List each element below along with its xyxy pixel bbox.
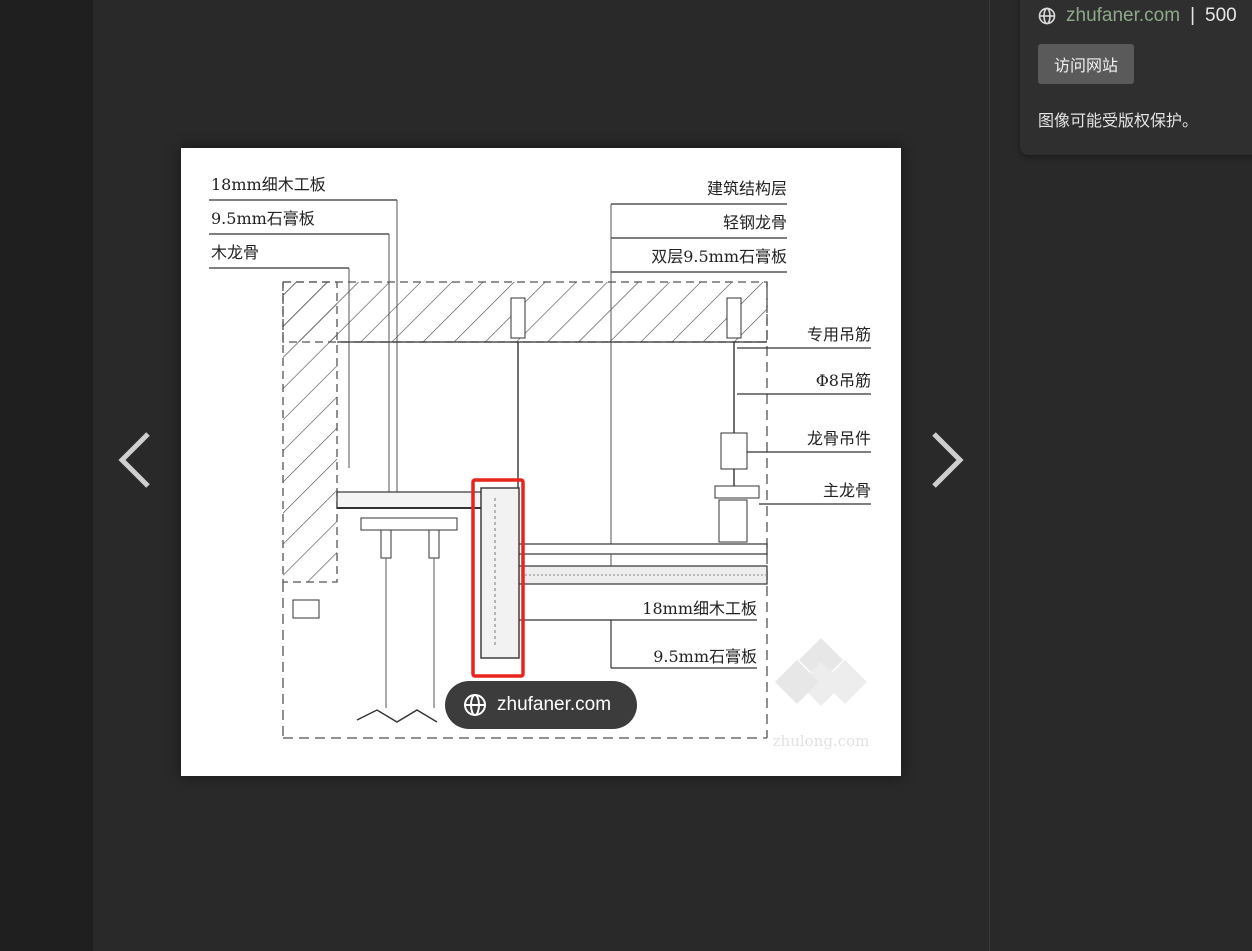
left-gutter (0, 0, 93, 951)
label-main-keel: 主龙骨 (823, 481, 871, 500)
watermark-text: zhulong.com (773, 732, 870, 750)
label-structure-layer: 建筑结构层 (707, 179, 787, 198)
label-keel-hanger-piece: 龙骨吊件 (807, 429, 871, 448)
label-special-hanger: 专用吊筋 (807, 325, 871, 344)
globe-icon (1038, 7, 1056, 25)
source-pill-domain: zhufaner.com (497, 694, 612, 715)
copyright-notice: 图像可能受版权保护。 (1038, 111, 1199, 130)
visit-site-button[interactable]: 访问网站 (1038, 44, 1134, 84)
source-pill[interactable]: zhufaner.com (445, 681, 637, 729)
globe-icon (464, 694, 486, 716)
next-image-button[interactable] (926, 430, 966, 490)
label-plywood-bottom: 18mm细木工板 (642, 599, 757, 618)
labels-right: 专用吊筋 Φ8吊筋 龙骨吊件 主龙骨 (737, 325, 871, 505)
chevron-right-icon (932, 432, 964, 488)
label-gypsum-top: 9.5mm石膏板 (211, 209, 315, 228)
labels-top-right: 建筑结构层 轻钢龙骨 双层9.5mm石膏板 (610, 179, 787, 578)
label-light-steel-keel: 轻钢龙骨 (723, 213, 787, 232)
chevron-left-icon (118, 432, 150, 488)
labels-bottom-right: 18mm细木工板 9.5mm石膏板 (519, 599, 757, 669)
source-separator: | (1190, 5, 1196, 26)
label-gypsum-bottom: 9.5mm石膏板 (653, 647, 757, 666)
label-phi8-hanger: Φ8吊筋 (816, 371, 871, 390)
label-wood-keel: 木龙骨 (211, 243, 259, 262)
image-size-text: 500 (1205, 5, 1237, 26)
label-plywood-top: 18mm细木工板 (211, 175, 326, 194)
watermark: zhulong.com (773, 638, 870, 750)
label-double-gypsum: 双层9.5mm石膏板 (651, 247, 787, 266)
source-row: zhufaner.com | 500 (1038, 4, 1237, 28)
source-domain-link[interactable]: zhufaner.com (1066, 5, 1180, 27)
previous-image-button[interactable] (114, 430, 154, 490)
